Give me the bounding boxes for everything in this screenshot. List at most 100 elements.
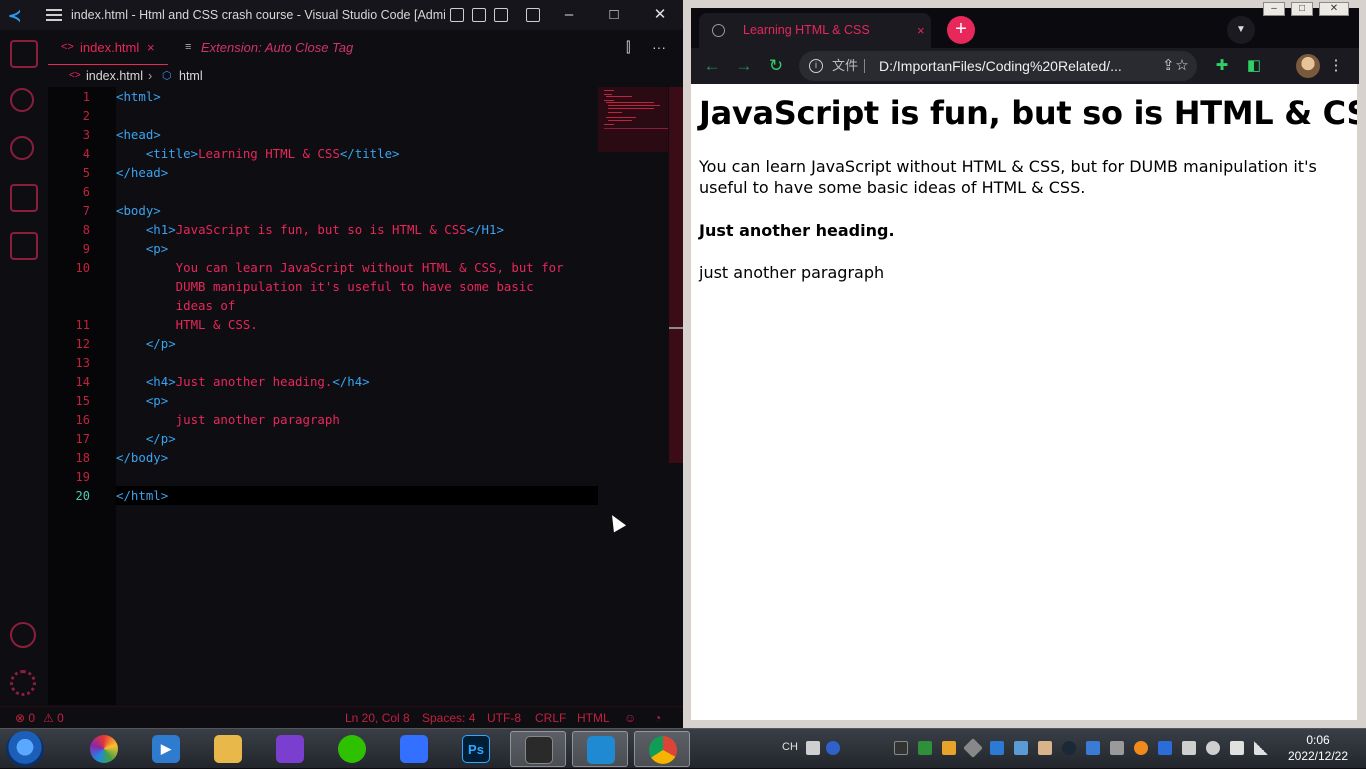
tab-search-chevron-icon[interactable]: ▼ bbox=[1227, 16, 1255, 44]
preview-icon: ≡ bbox=[185, 41, 192, 53]
chrome-menu-icon[interactable]: ⋮ bbox=[1325, 55, 1347, 77]
tray-network-icon[interactable] bbox=[1014, 741, 1028, 755]
tray-cat-icon[interactable] bbox=[1038, 741, 1052, 755]
usb-icon[interactable] bbox=[1182, 741, 1196, 755]
cursor-position[interactable]: Ln 20, Col 8 bbox=[345, 707, 410, 729]
forward-arrow-icon[interactable]: → bbox=[732, 54, 756, 78]
encoding[interactable]: UTF-8 bbox=[487, 707, 521, 729]
minimap[interactable] bbox=[598, 87, 668, 152]
system-tray: CH bbox=[770, 729, 1300, 769]
tray-shield-icon[interactable] bbox=[990, 741, 1004, 755]
tab-index-html[interactable]: <> index.html × bbox=[48, 30, 168, 65]
close-button[interactable]: ✕ bbox=[649, 4, 671, 26]
line-number: 1 bbox=[82, 90, 90, 104]
toggle-panel-icon[interactable] bbox=[472, 8, 486, 22]
customize-layout-icon[interactable] bbox=[526, 8, 540, 22]
signal-icon[interactable] bbox=[1254, 741, 1268, 755]
tray-diamond-icon[interactable] bbox=[963, 738, 983, 758]
tray-flame-icon[interactable] bbox=[1134, 741, 1148, 755]
editor-scrollbar[interactable] bbox=[669, 87, 683, 463]
explorer-icon[interactable] bbox=[10, 40, 38, 68]
errors-count[interactable]: ⊗ 0 bbox=[15, 707, 35, 729]
taskbar-app-chrome[interactable] bbox=[634, 731, 690, 767]
tray-app-icon[interactable] bbox=[894, 741, 908, 755]
line-ending[interactable]: CRLF bbox=[535, 707, 566, 729]
close-button[interactable]: ✕ bbox=[1319, 2, 1349, 16]
taskbar-app-feishu[interactable] bbox=[386, 731, 442, 767]
close-tab-icon[interactable]: × bbox=[917, 13, 925, 48]
settings-gear-icon[interactable] bbox=[10, 670, 36, 696]
reload-icon[interactable]: ↻ bbox=[764, 54, 788, 78]
code-editor[interactable]: <html> <head> <title>Learning HTML & CSS… bbox=[116, 87, 598, 705]
bluetooth-icon[interactable] bbox=[1158, 741, 1172, 755]
nvidia-icon[interactable] bbox=[918, 741, 932, 755]
maximize-button[interactable]: □ bbox=[603, 4, 625, 26]
line-number-gutter: 1 2 3 4 5 6 7 8 9 10 11 12 13 14 15 16 1… bbox=[48, 87, 116, 705]
back-arrow-icon[interactable]: ← bbox=[700, 54, 724, 78]
taskbar-app-visual-studio[interactable] bbox=[262, 731, 318, 767]
taskbar-app-pinwheel[interactable] bbox=[76, 731, 132, 767]
start-button[interactable] bbox=[6, 731, 44, 767]
code-line: You can learn JavaScript without HTML & … bbox=[116, 260, 564, 275]
run-debug-icon[interactable] bbox=[10, 184, 38, 212]
line-number: 2 bbox=[82, 109, 90, 123]
info-icon[interactable]: i bbox=[809, 59, 823, 73]
more-actions-icon[interactable]: ··· bbox=[652, 39, 666, 55]
page-paragraph-2: just another paragraph bbox=[699, 263, 885, 282]
side-panel-icon[interactable]: ◧ bbox=[1243, 55, 1265, 77]
tray-sync-icon[interactable] bbox=[1206, 741, 1220, 755]
code-line: <p> bbox=[145, 393, 169, 408]
bookmark-star-icon[interactable]: ☆ bbox=[1171, 55, 1193, 77]
taskbar-app-explorer[interactable] bbox=[200, 731, 256, 767]
feedback-icon[interactable]: ☺ bbox=[624, 707, 636, 729]
steam-icon[interactable] bbox=[1062, 741, 1076, 755]
indentation[interactable]: Spaces: 4 bbox=[422, 707, 475, 729]
action-center-flag-icon[interactable] bbox=[1230, 741, 1244, 755]
url-text[interactable]: D:/ImportanFiles/Coding%20Related/... bbox=[879, 51, 1149, 81]
element-node-icon: ⬡ bbox=[162, 70, 172, 82]
minimize-button[interactable]: – bbox=[1263, 2, 1285, 16]
volume-icon[interactable] bbox=[1110, 741, 1124, 755]
taskbar-app-video[interactable]: ▶ bbox=[138, 731, 194, 767]
minimize-button[interactable]: – bbox=[558, 4, 580, 26]
photoshop-icon: Ps bbox=[462, 735, 490, 763]
taskbar-app-photoshop[interactable]: Ps bbox=[448, 731, 504, 767]
profile-avatar[interactable] bbox=[1296, 54, 1320, 78]
hamburger-menu-icon[interactable] bbox=[46, 9, 62, 21]
keyboard-icon[interactable] bbox=[806, 741, 820, 755]
search-icon[interactable] bbox=[10, 88, 34, 112]
tab-close-icon[interactable]: × bbox=[147, 30, 155, 65]
html-file-icon: <> bbox=[69, 70, 81, 81]
extensions-icon[interactable] bbox=[10, 232, 38, 260]
account-icon[interactable] bbox=[10, 622, 36, 648]
clock[interactable]: 0:06 2022/12/22 bbox=[1278, 732, 1358, 764]
line-number: 17 bbox=[75, 432, 90, 446]
line-number: 11 bbox=[75, 318, 90, 332]
language-mode[interactable]: HTML bbox=[577, 707, 610, 729]
vscode-logo-icon: ≺ bbox=[8, 8, 22, 25]
taskbar-app-vscode[interactable] bbox=[572, 731, 628, 767]
taskbar-app-wechat[interactable] bbox=[324, 731, 380, 767]
new-tab-button[interactable]: + bbox=[947, 16, 975, 44]
breadcrumb-file[interactable]: index.html bbox=[86, 65, 143, 87]
warnings-count[interactable]: ⚠ 0 bbox=[43, 707, 64, 729]
maximize-button[interactable]: □ bbox=[1291, 2, 1313, 16]
tray-folder-icon[interactable] bbox=[942, 741, 956, 755]
breadcrumb-node[interactable]: html bbox=[179, 65, 203, 87]
chrome-icon bbox=[649, 736, 677, 764]
browser-tab[interactable]: Learning HTML & CSS × bbox=[699, 13, 931, 48]
address-bar[interactable]: i 文件 D:/ImportanFiles/Coding%20Related/.… bbox=[799, 51, 1197, 81]
toggle-secondary-sidebar-icon[interactable] bbox=[494, 8, 508, 22]
input-language[interactable]: CH bbox=[782, 741, 798, 753]
notifications-bell-icon[interactable]: ◔ bbox=[654, 707, 661, 729]
split-editor-icon[interactable]: ⫿ bbox=[626, 39, 630, 56]
wechat-icon bbox=[338, 735, 366, 763]
tray-paint-icon[interactable] bbox=[1086, 741, 1100, 755]
help-icon[interactable] bbox=[826, 741, 840, 755]
current-line-highlight bbox=[116, 486, 598, 505]
extensions-puzzle-icon[interactable]: ✚ bbox=[1211, 55, 1233, 77]
taskbar-app-terminal[interactable] bbox=[510, 731, 566, 767]
source-control-icon[interactable] bbox=[10, 136, 34, 160]
tab-extension-auto-close-tag[interactable]: ≡ Extension: Auto Close Tag bbox=[170, 30, 370, 65]
toggle-sidebar-icon[interactable] bbox=[450, 8, 464, 22]
